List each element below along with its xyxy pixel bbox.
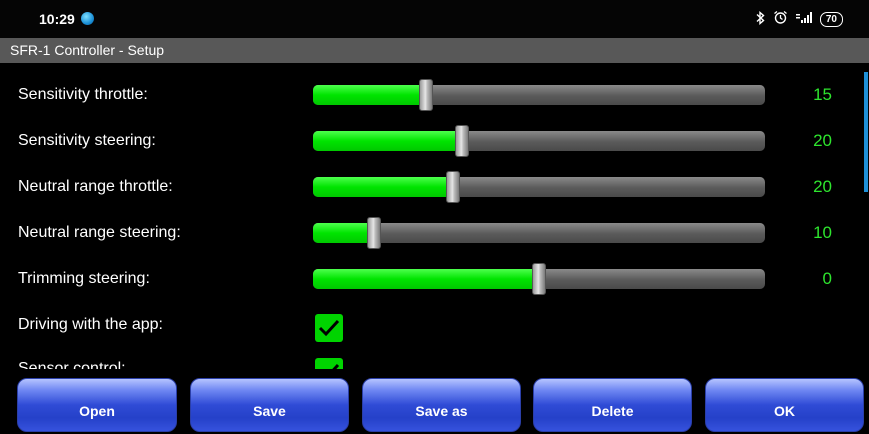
slider-fill [313, 85, 426, 105]
delete-button[interactable]: Delete [533, 378, 692, 432]
setting-row-trimming-steering: Trimming steering: 0 [0, 257, 869, 301]
sensitivity-steering-slider[interactable] [313, 125, 765, 157]
slider-thumb[interactable] [367, 217, 382, 249]
save-as-button[interactable]: Save as [362, 378, 521, 432]
sensor-control-checkbox[interactable] [315, 358, 343, 369]
setting-row-sensor-control: Sensor control: [0, 347, 869, 369]
status-icons: 70 [755, 10, 843, 28]
setting-value: 20 [813, 177, 832, 196]
app-notification-icon [81, 12, 94, 25]
alarm-icon [773, 10, 788, 28]
setting-label: Sensitivity throttle: [18, 86, 148, 103]
slider-fill [313, 131, 463, 151]
button-bar: Open Save Save as Delete OK [0, 374, 869, 434]
slider-thumb[interactable] [532, 263, 546, 295]
scrollbar[interactable] [864, 72, 868, 192]
status-time: 10:29 [39, 11, 75, 27]
setting-row-driving-with-app: Driving with the app: [0, 303, 869, 347]
setting-label: Sensor control: [18, 360, 126, 369]
setting-label: Neutral range throttle: [18, 178, 173, 195]
bluetooth-icon [755, 10, 766, 28]
slider-fill [313, 223, 375, 243]
battery-icon: 70 [819, 11, 843, 27]
setting-row-neutral-range-steering: Neutral range steering: 10 [0, 211, 869, 255]
setting-label: Trimming steering: [18, 270, 150, 287]
slider-thumb[interactable] [455, 125, 470, 157]
sensitivity-throttle-slider[interactable] [313, 79, 765, 111]
settings-list[interactable]: Sensitivity throttle: 15 Sensitivity ste… [0, 63, 869, 369]
setting-value: 10 [813, 223, 832, 242]
checkmark-icon [332, 363, 340, 369]
neutral-range-steering-slider[interactable] [313, 217, 765, 249]
setting-row-sensitivity-steering: Sensitivity steering: 20 [0, 119, 869, 163]
setting-row-sensitivity-throttle: Sensitivity throttle: 15 [0, 73, 869, 117]
title-bar: SFR-1 Controller - Setup [0, 38, 869, 63]
slider-thumb[interactable] [419, 79, 433, 111]
checkmark-icon [318, 319, 340, 337]
setting-label: Driving with the app: [18, 316, 163, 333]
neutral-range-throttle-slider[interactable] [313, 171, 765, 203]
open-button[interactable]: Open [17, 378, 177, 432]
status-bar: 10:29 70 [0, 0, 869, 38]
slider-fill [313, 177, 454, 197]
ok-button[interactable]: OK [705, 378, 864, 432]
driving-with-app-checkbox[interactable] [315, 314, 343, 342]
setting-value: 0 [822, 269, 832, 288]
setting-row-neutral-range-throttle: Neutral range throttle: 20 [0, 165, 869, 209]
trimming-steering-slider[interactable] [313, 263, 765, 295]
setting-value: 20 [813, 131, 832, 150]
setting-label: Neutral range steering: [18, 224, 181, 241]
slider-thumb[interactable] [446, 171, 461, 203]
page-title: SFR-1 Controller - Setup [10, 42, 165, 58]
save-button[interactable]: Save [190, 378, 349, 432]
setting-value: 15 [813, 85, 832, 104]
signal-icon [795, 11, 813, 27]
setting-label: Sensitivity steering: [18, 132, 156, 149]
slider-fill [313, 269, 539, 289]
